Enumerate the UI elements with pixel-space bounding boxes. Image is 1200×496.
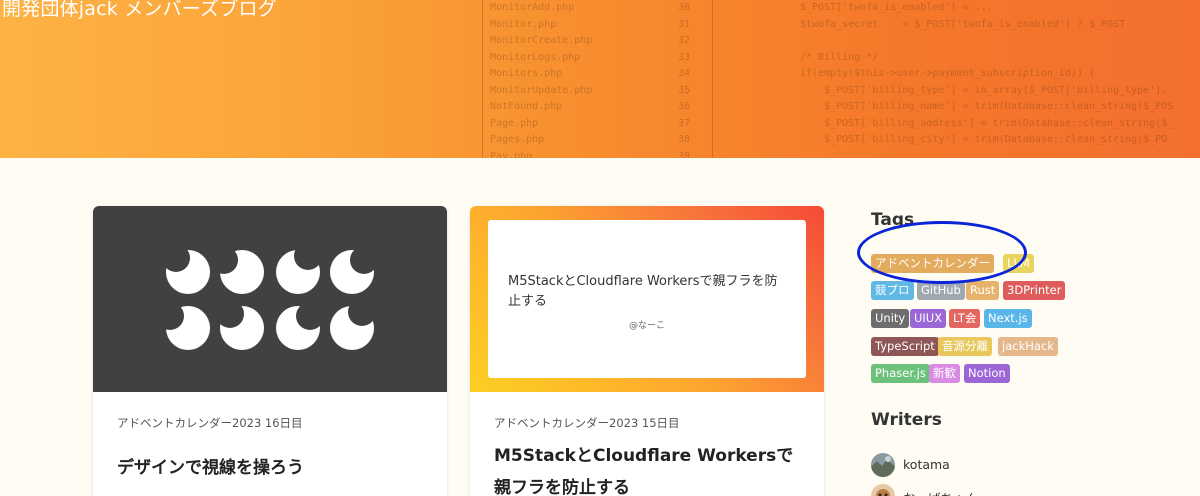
avatar [871, 484, 895, 496]
post-card[interactable]: M5StackとCloudflare Workersで親フラを防止する @なーこ… [470, 206, 824, 496]
site-title[interactable]: 開発団体jack メンバーズブログ [2, 0, 277, 21]
avatar [871, 453, 895, 477]
ogp-author: @なーこ [628, 321, 665, 331]
post-title[interactable]: デザインで視線を操ろう [117, 452, 427, 484]
tag[interactable]: Rust [966, 281, 1000, 300]
code-line-numbers: 30 31 32 33 34 35 36 37 38 39 [677, 2, 690, 158]
writer-name: kotama [903, 457, 950, 472]
tag[interactable]: Notion [964, 364, 1010, 383]
tag[interactable]: 競プロ [871, 281, 914, 300]
writer-name: おーばちゃん [903, 488, 978, 496]
ogp-panel: M5StackとCloudflare Workersで親フラを防止する @なーこ [488, 220, 806, 378]
tag[interactable]: 音源分離 [938, 337, 992, 356]
post-card[interactable]: アドベントカレンダー2023 16日目 デザインで視線を操ろう [93, 206, 447, 496]
writers-heading: Writers [871, 410, 942, 430]
post-thumbnail[interactable]: M5StackとCloudflare Workersで親フラを防止する @なーこ [470, 206, 824, 392]
tag[interactable]: 3DPrinter [1003, 281, 1066, 300]
tag[interactable]: Next.js [984, 309, 1032, 328]
hero-code-background: MonitorAdd.php Monitor.php MonitorCreate… [380, 0, 1200, 158]
annotation-circle [857, 221, 1027, 284]
tag[interactable]: Phaser.js [871, 364, 930, 383]
tag[interactable]: TypeScript [871, 337, 939, 356]
tag[interactable]: LT会 [949, 309, 981, 328]
tag[interactable]: UIUX [910, 309, 947, 328]
tag[interactable]: jackHack [998, 337, 1058, 356]
post-title[interactable]: M5StackとCloudflare Workersで親フラを防止する [494, 440, 804, 496]
post-thumbnail[interactable] [93, 206, 447, 392]
tag[interactable]: Unity [871, 309, 910, 328]
crescent-moons-icon [156, 242, 378, 350]
post-category: アドベントカレンダー2023 16日目 [117, 416, 303, 430]
post-category: アドベントカレンダー2023 15日目 [494, 416, 680, 430]
hero-banner: MonitorAdd.php Monitor.php MonitorCreate… [0, 0, 1200, 158]
ogp-title: M5StackとCloudflare Workersで親フラを防止する [508, 274, 778, 309]
code-file-list: MonitorAdd.php Monitor.php MonitorCreate… [490, 2, 593, 158]
tag[interactable]: 新歓 [929, 364, 960, 383]
code-source: $_POST['twofa_is_enabled'] = ... $twofa_… [800, 2, 1174, 145]
